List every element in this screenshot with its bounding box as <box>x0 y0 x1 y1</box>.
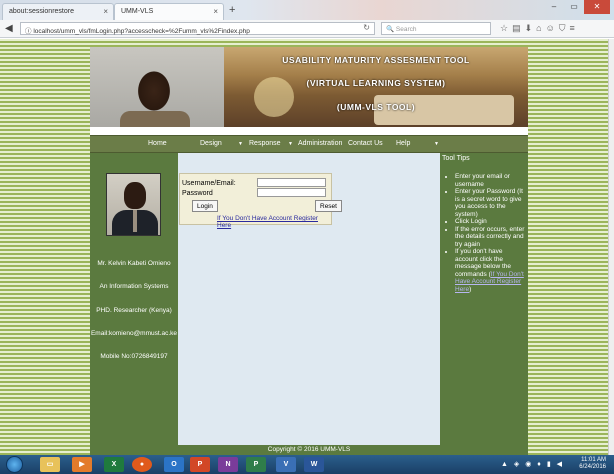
menu-administration[interactable]: Administration <box>298 140 342 147</box>
username-input[interactable] <box>257 178 326 187</box>
file-explorer-icon[interactable]: ▭ <box>40 457 60 472</box>
url-text: localhost/umm_vls/fmLogin.php?accesschec… <box>33 28 250 35</box>
search-input[interactable]: 🔍 Search <box>381 22 491 35</box>
site-footer: Copyright © 2016 UMM-VLS <box>90 445 528 455</box>
help-dropdown-icon[interactable]: ▼ <box>434 141 439 147</box>
toolbar-icons: ☆ ▤ ⬇ ⌂ ☺ ⛉ ≡ <box>500 23 575 34</box>
firefox-icon[interactable]: ● <box>132 457 152 472</box>
response-dropdown-icon[interactable]: ▼ <box>288 141 293 147</box>
tab-session-restore[interactable]: about:sessionrestore × <box>2 3 114 20</box>
tooltip-item: Click Login <box>455 218 527 226</box>
page-viewport: USABILITY MATURITY ASSESMENT TOOL (VIRTU… <box>0 39 614 455</box>
profile-title: PHD. Researcher (Kenya) <box>96 307 172 314</box>
main-menu: Home Design ▼ Response ▼ Administration … <box>90 135 528 153</box>
clock[interactable]: 11:01 AM 6/24/2016 <box>579 457 606 471</box>
tooltip-suffix: ) <box>469 285 472 293</box>
banner-tool-name: (UMM-VLS TOOL) <box>336 102 416 112</box>
site-banner: USABILITY MATURITY ASSESMENT TOOL (VIRTU… <box>90 47 528 127</box>
tooltip-item: If the error occurs, enter the details c… <box>455 226 527 249</box>
download-icon[interactable]: ⬇ <box>525 23 533 34</box>
tooltip-item: If you don't have account click the mess… <box>455 248 527 293</box>
tooltip-item: Enter your Password (It is a secret word… <box>455 188 527 218</box>
outlook-icon[interactable]: O <box>164 457 184 472</box>
close-window-icon[interactable]: ✕ <box>584 0 610 14</box>
banner-portrait-image <box>90 47 224 127</box>
reload-icon[interactable]: ↻ <box>363 23 370 32</box>
tab-umm-vls[interactable]: UMM-VLS × <box>114 3 224 20</box>
star-icon[interactable]: ☆ <box>500 23 508 34</box>
publisher-icon[interactable]: P <box>246 457 266 472</box>
system-tray-icons[interactable]: ▲ ◈ ◉ ♦ ▮ ◀ <box>501 460 564 468</box>
login-button[interactable]: Login <box>192 200 218 212</box>
chat-icon[interactable]: ☺ <box>546 23 555 34</box>
profile-email: Email:komieno@mmust.ac.ke <box>90 330 178 337</box>
menu-icon[interactable]: ≡ <box>570 23 575 34</box>
menu-home[interactable]: Home <box>148 140 167 147</box>
search-icon: 🔍 <box>386 26 395 33</box>
tab-label: about:sessionrestore <box>9 8 74 15</box>
maximize-icon[interactable]: ▭ <box>564 0 584 14</box>
tooltip-item: Enter your email or username <box>455 173 527 188</box>
onenote-icon[interactable]: N <box>218 457 238 472</box>
main-content: Username/Email: Password Login Reset If … <box>178 153 440 445</box>
tooltips-list: Enter your email or username Enter your … <box>445 173 527 293</box>
address-bar[interactable]: ⓘ localhost/umm_vls/fmLogin.php?accessch… <box>20 22 375 35</box>
close-tab-icon[interactable]: × <box>213 7 218 16</box>
reset-button[interactable]: Reset <box>315 200 342 212</box>
menu-help[interactable]: Help <box>396 140 410 147</box>
username-label: Username/Email: <box>182 180 236 187</box>
profile-name: Mr. Kelvin Kabeti Omieno <box>97 260 171 267</box>
home-icon[interactable]: ⌂ <box>536 23 541 34</box>
start-button-icon[interactable] <box>6 456 23 473</box>
powerpoint-icon[interactable]: P <box>190 457 210 472</box>
close-tab-icon[interactable]: × <box>103 7 108 16</box>
profile-sidebar: Mr. Kelvin Kabeti Omieno An Information … <box>90 153 178 445</box>
menu-contact-us[interactable]: Contact Us <box>348 140 383 147</box>
tooltips-title: Tool Tips <box>442 155 470 162</box>
browser-nav-bar: ◀ ⓘ localhost/umm_vls/fmLogin.php?access… <box>0 20 614 38</box>
menu-design[interactable]: Design <box>200 140 222 147</box>
register-link[interactable]: If You Don't Have Account Register Here <box>217 215 331 229</box>
windows-taskbar: ▭ ▶ X ● O P N P V W ▲ ◈ ◉ ♦ ▮ ◀ 11:01 AM… <box>0 455 614 474</box>
password-input[interactable] <box>257 188 326 197</box>
site-container: USABILITY MATURITY ASSESMENT TOOL (VIRTU… <box>90 47 528 455</box>
banner-title: USABILITY MATURITY ASSESMENT TOOL <box>282 55 470 65</box>
excel-icon[interactable]: X <box>104 457 124 472</box>
password-label: Password <box>182 190 213 197</box>
clock-date: 6/24/2016 <box>579 464 606 470</box>
new-tab-icon[interactable]: + <box>229 4 235 16</box>
design-dropdown-icon[interactable]: ▼ <box>238 141 243 147</box>
shield-icon[interactable]: ⛉ <box>559 23 566 34</box>
minimize-icon[interactable]: – <box>544 0 564 14</box>
tooltips-sidebar: Tool Tips Enter your email or username E… <box>440 153 528 445</box>
banner-subtitle: (VIRTUAL LEARNING SYSTEM) <box>306 78 446 88</box>
word-icon[interactable]: W <box>304 457 324 472</box>
back-arrow-icon[interactable]: ◀ <box>5 23 13 34</box>
login-form: Username/Email: Password Login Reset If … <box>179 173 342 229</box>
profile-role: An Information Systems <box>99 283 169 290</box>
search-placeholder: Search <box>395 26 417 33</box>
visio-icon[interactable]: V <box>276 457 296 472</box>
clock-time: 11:01 AM <box>581 457 606 463</box>
menu-response[interactable]: Response <box>249 140 281 147</box>
tab-label: UMM-VLS <box>121 8 154 15</box>
window-controls: – ▭ ✕ <box>544 0 610 14</box>
profile-mobile: Mobile No:0726849197 <box>100 353 168 360</box>
media-player-icon[interactable]: ▶ <box>72 457 92 472</box>
browser-tab-bar: about:sessionrestore × UMM-VLS × + – ▭ ✕ <box>0 0 614 20</box>
profile-photo <box>106 173 161 236</box>
clipboard-icon[interactable]: ▤ <box>512 23 521 34</box>
vertical-scrollbar[interactable] <box>608 39 614 455</box>
